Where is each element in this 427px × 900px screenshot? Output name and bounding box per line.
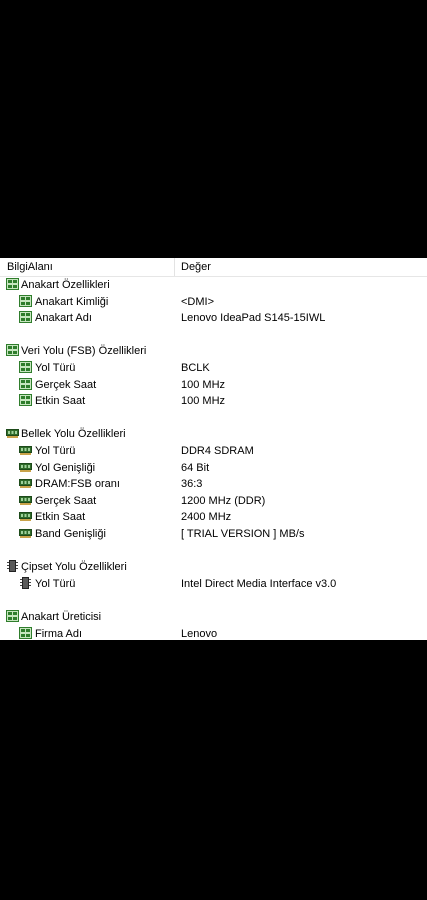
- property-row[interactable]: Band Genişliği [ TRIAL VERSION ] MB/s: [0, 526, 427, 542]
- memory-icon: [6, 427, 19, 439]
- group-label: Veri Yolu (FSB) Özellikleri: [21, 345, 147, 358]
- properties-panel: BilgiAlanı Değer Anakart Özellikleri Anak…: [0, 258, 427, 640]
- group-row[interactable]: Anakart Özellikleri: [0, 277, 427, 293]
- property-value: Intel Direct Media Interface v3.0: [181, 577, 337, 590]
- property-value: 100 MHz: [181, 378, 226, 391]
- group-row[interactable]: Bellek Yolu Özellikleri: [0, 426, 427, 442]
- property-label: Band Genişliği: [35, 528, 106, 540]
- group-label: Çipset Yolu Özellikleri: [21, 561, 127, 574]
- property-value: 64 Bit: [181, 461, 210, 474]
- motherboard-icon: [19, 377, 32, 390]
- property-value: [ TRIAL VERSION ] MB/s: [181, 528, 305, 540]
- motherboard-icon: [19, 294, 32, 307]
- motherboard-icon: [19, 361, 32, 373]
- group-label: Bellek Yolu Özellikleri: [21, 428, 126, 441]
- property-label: Yol Türü: [35, 577, 76, 590]
- property-row[interactable]: Gerçek Saat 100 MHz: [0, 377, 427, 393]
- motherboard-icon: [6, 344, 19, 357]
- memory-icon: [19, 527, 32, 539]
- property-label: Yol Türü: [35, 362, 76, 374]
- property-label: Anakart Adı: [35, 312, 92, 325]
- group-row[interactable]: Anakart Üreticisi: [0, 609, 427, 625]
- column-header-value[interactable]: Değer: [181, 261, 211, 273]
- property-label: Gerçek Saat: [35, 378, 97, 391]
- column-separator[interactable]: [174, 258, 175, 276]
- group-label: Anakart Üreticisi: [21, 611, 102, 623]
- property-label: DRAM:FSB oranı: [35, 478, 120, 491]
- chipset-icon: [6, 560, 19, 573]
- property-row[interactable]: Etkin Saat 100 MHz: [0, 393, 427, 409]
- group-row[interactable]: Çipset Yolu Özellikleri: [0, 559, 427, 575]
- memory-icon: [19, 510, 32, 522]
- group-row[interactable]: Veri Yolu (FSB) Özellikleri: [0, 343, 427, 359]
- motherboard-icon: [19, 626, 32, 639]
- property-label: Gerçek Saat: [35, 494, 97, 507]
- property-row[interactable]: Firma Adı Lenovo: [0, 626, 427, 640]
- memory-icon: [19, 461, 32, 473]
- motherboard-icon: [6, 610, 19, 622]
- list-header: BilgiAlanı Değer: [0, 258, 427, 277]
- property-value: Lenovo IdeaPad S145-15IWL: [181, 312, 326, 325]
- property-label: Etkin Saat: [35, 511, 86, 524]
- property-label: Yol Türü: [35, 445, 76, 457]
- property-label: Anakart Kimliği: [35, 295, 109, 308]
- property-row[interactable]: Gerçek Saat 1200 MHz (DDR): [0, 493, 427, 509]
- property-value: DDR4 SDRAM: [181, 445, 254, 457]
- property-value: 2400 MHz: [181, 511, 232, 524]
- memory-icon: [19, 477, 32, 489]
- memory-icon: [19, 494, 32, 506]
- property-row[interactable]: Yol Türü BCLK: [0, 360, 427, 376]
- property-value: 1200 MHz (DDR): [181, 494, 266, 507]
- motherboard-icon: [19, 394, 32, 407]
- property-row[interactable]: Anakart Adı Lenovo IdeaPad S145-15IWL: [0, 310, 427, 326]
- motherboard-icon: [19, 311, 32, 324]
- chipset-icon: [19, 576, 32, 589]
- property-value: 36:3: [181, 478, 203, 491]
- property-label: Yol Genişliği: [35, 461, 96, 474]
- property-value: <DMI>: [181, 295, 215, 308]
- memory-icon: [19, 444, 32, 456]
- property-value: BCLK: [181, 362, 210, 374]
- property-row[interactable]: Etkin Saat 2400 MHz: [0, 509, 427, 525]
- property-label: Etkin Saat: [35, 395, 86, 408]
- group-label: Anakart Özellikleri: [21, 279, 110, 291]
- property-value: 100 MHz: [181, 395, 226, 408]
- motherboard-icon: [6, 278, 19, 290]
- property-row[interactable]: Anakart Kimliği <DMI>: [0, 294, 427, 310]
- property-row[interactable]: DRAM:FSB oranı 36:3: [0, 476, 427, 492]
- property-row[interactable]: Yol Türü DDR4 SDRAM: [0, 443, 427, 459]
- column-header-field[interactable]: BilgiAlanı: [7, 261, 53, 273]
- property-value: Lenovo: [181, 627, 218, 640]
- property-row[interactable]: Yol Türü Intel Direct Media Interface v3.…: [0, 576, 427, 592]
- property-row[interactable]: Yol Genişliği 64 Bit: [0, 460, 427, 476]
- property-label: Firma Adı: [35, 627, 83, 640]
